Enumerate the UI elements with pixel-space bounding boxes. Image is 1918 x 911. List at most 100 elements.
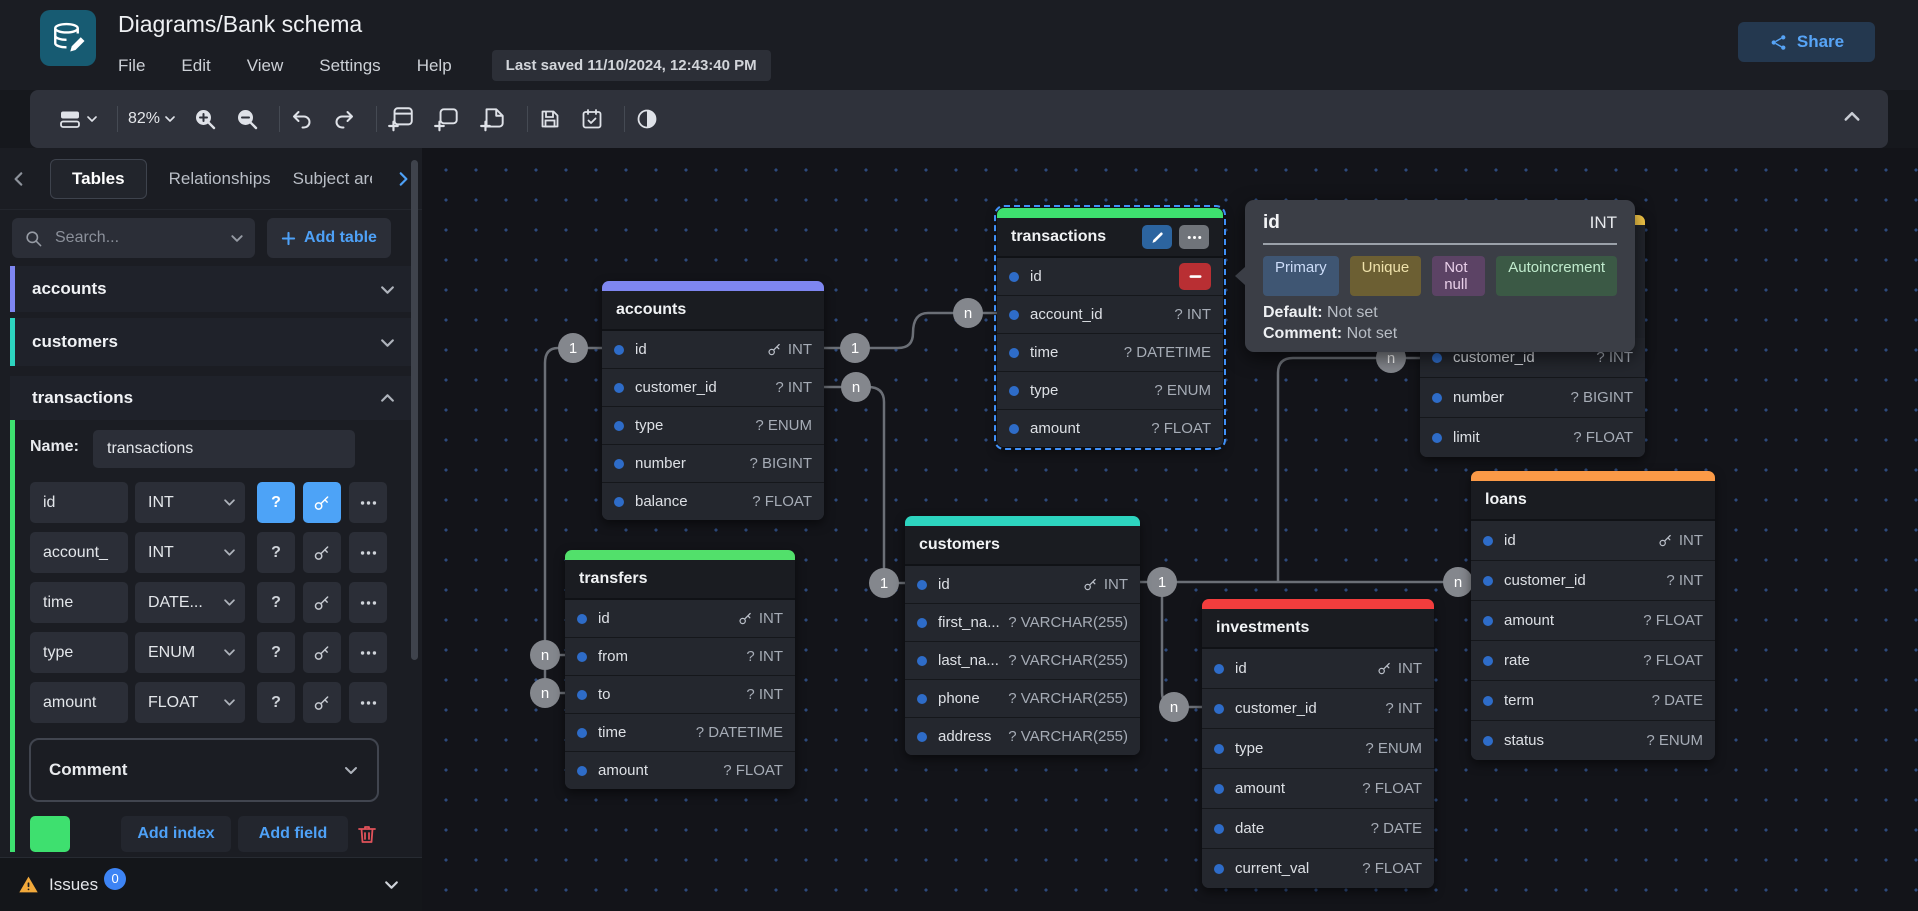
table-row[interactable]: account_id? INT [997, 296, 1223, 334]
table-row[interactable]: phone? VARCHAR(255) [905, 680, 1140, 718]
table-row[interactable]: idINT [565, 600, 795, 638]
table-row[interactable]: rate? FLOAT [1471, 641, 1715, 681]
table-row[interactable]: idINT [602, 331, 824, 369]
delete-table-button[interactable] [355, 822, 379, 846]
table-row[interactable]: address? VARCHAR(255) [905, 718, 1140, 755]
undo-button[interactable] [290, 107, 314, 131]
nullable-toggle[interactable]: ? [257, 632, 295, 673]
table-row[interactable]: idINT [1202, 649, 1434, 689]
chevron-down-icon[interactable] [379, 334, 396, 351]
table-row[interactable]: to? INT [565, 676, 795, 714]
table-row[interactable]: amount? FLOAT [1202, 769, 1434, 809]
table-row[interactable]: amount? FLOAT [997, 410, 1223, 447]
nullable-toggle[interactable]: ? [257, 682, 295, 723]
field-type-select[interactable]: FLOAT [135, 682, 245, 723]
zoom-out-button[interactable] [235, 107, 259, 131]
diagram-canvas[interactable]: 1 n n 1 n n 1 1 n n n accounts idINT cus… [422, 148, 1918, 911]
search-input[interactable] [53, 228, 221, 248]
table-row[interactable]: number? BIGINT [1420, 378, 1645, 418]
table-row[interactable]: type? ENUM [997, 372, 1223, 410]
table-row[interactable]: type? ENUM [602, 407, 824, 445]
add-note-button[interactable] [479, 105, 507, 133]
field-name-input[interactable]: amount [30, 682, 128, 723]
field-type-select[interactable]: INT [135, 482, 245, 523]
field-name-input[interactable]: type [30, 632, 128, 673]
menu-file[interactable]: File [118, 56, 145, 76]
add-area-button[interactable] [433, 105, 461, 133]
field-type-select[interactable]: ENUM [135, 632, 245, 673]
table-transactions[interactable]: transactions id account_id? INT time? DA… [997, 208, 1223, 447]
tab-subject-areas[interactable]: Subject areas [293, 169, 372, 189]
tabs-back-button[interactable] [10, 170, 28, 188]
menu-settings[interactable]: Settings [319, 56, 380, 76]
table-row[interactable]: number? BIGINT [602, 445, 824, 483]
table-row[interactable]: current_val? FLOAT [1202, 849, 1434, 888]
table-row[interactable]: idINT [1471, 521, 1715, 561]
table-more-button[interactable] [1179, 225, 1209, 249]
table-name-input[interactable]: transactions [93, 430, 355, 468]
collapse-toolbar-button[interactable] [1842, 107, 1862, 127]
chevron-down-icon[interactable] [379, 281, 396, 298]
edit-table-button[interactable] [1142, 225, 1172, 249]
field-more-button[interactable] [349, 532, 387, 573]
tab-tables[interactable]: Tables [50, 159, 147, 199]
table-transfers[interactable]: transfers idINT from? INT to? INT time? … [565, 550, 795, 789]
todo-button[interactable] [580, 107, 604, 131]
sidebar-table-accounts[interactable]: accounts [10, 266, 412, 312]
table-row[interactable]: time? DATETIME [565, 714, 795, 752]
sidebar-table-transactions[interactable]: transactions [10, 376, 412, 420]
tabs-next-button[interactable] [394, 170, 412, 188]
add-table-button-toolbar[interactable] [387, 105, 415, 133]
table-row[interactable]: last_na...? VARCHAR(255) [905, 642, 1140, 680]
table-row[interactable]: customer_id? INT [1202, 689, 1434, 729]
menu-view[interactable]: View [247, 56, 284, 76]
table-row[interactable]: balance? FLOAT [602, 483, 824, 520]
nullable-toggle[interactable]: ? [257, 532, 295, 573]
table-color-swatch[interactable] [30, 816, 70, 852]
share-button[interactable]: Share [1738, 22, 1875, 62]
add-field-button[interactable]: Add field [238, 816, 348, 852]
comment-section[interactable]: Comment [29, 738, 379, 802]
table-accounts[interactable]: accounts idINT customer_id? INT type? EN… [602, 281, 824, 520]
primary-key-toggle[interactable] [303, 532, 341, 573]
field-more-button[interactable] [349, 682, 387, 723]
table-customers[interactable]: customers idINT first_na...? VARCHAR(255… [905, 516, 1140, 755]
menu-help[interactable]: Help [417, 56, 452, 76]
chevron-up-icon[interactable] [379, 390, 396, 407]
table-loans[interactable]: loans idINT customer_id? INT amount? FLO… [1471, 471, 1715, 760]
table-investments[interactable]: investments idINT customer_id? INT type?… [1202, 599, 1434, 888]
table-row[interactable]: from? INT [565, 638, 795, 676]
table-row[interactable]: customer_id? INT [1471, 561, 1715, 601]
table-row[interactable]: date? DATE [1202, 809, 1434, 849]
sidebar-table-customers[interactable]: customers [10, 318, 412, 366]
layout-toggle-button[interactable] [58, 107, 97, 131]
app-logo[interactable] [40, 10, 96, 66]
field-name-input[interactable]: time [30, 582, 128, 623]
field-more-button[interactable] [349, 582, 387, 623]
field-type-select[interactable]: DATE... [135, 582, 245, 623]
table-row[interactable]: amount? FLOAT [1471, 601, 1715, 641]
field-name-input[interactable]: account_ [30, 532, 128, 573]
primary-key-toggle[interactable] [303, 682, 341, 723]
field-type-select[interactable]: INT [135, 532, 245, 573]
chevron-down-icon[interactable] [383, 876, 400, 893]
save-button[interactable] [538, 107, 562, 131]
menu-edit[interactable]: Edit [181, 56, 210, 76]
field-more-button[interactable] [349, 632, 387, 673]
primary-key-toggle[interactable] [303, 482, 341, 523]
table-row[interactable]: amount? FLOAT [565, 752, 795, 789]
primary-key-toggle[interactable] [303, 582, 341, 623]
table-row[interactable]: term? DATE [1471, 681, 1715, 721]
redo-button[interactable] [332, 107, 356, 131]
zoom-level-dropdown[interactable]: 82% [128, 110, 175, 128]
theme-toggle-button[interactable] [635, 107, 659, 131]
tab-relationships[interactable]: Relationships [169, 169, 271, 189]
table-row[interactable]: status? ENUM [1471, 721, 1715, 760]
delete-field-button[interactable] [1179, 263, 1211, 290]
table-row[interactable]: first_na...? VARCHAR(255) [905, 604, 1140, 642]
table-row[interactable]: id [997, 258, 1223, 296]
zoom-in-button[interactable] [193, 107, 217, 131]
table-row[interactable]: type? ENUM [1202, 729, 1434, 769]
table-search[interactable] [12, 218, 255, 258]
table-row[interactable]: customer_id? INT [602, 369, 824, 407]
